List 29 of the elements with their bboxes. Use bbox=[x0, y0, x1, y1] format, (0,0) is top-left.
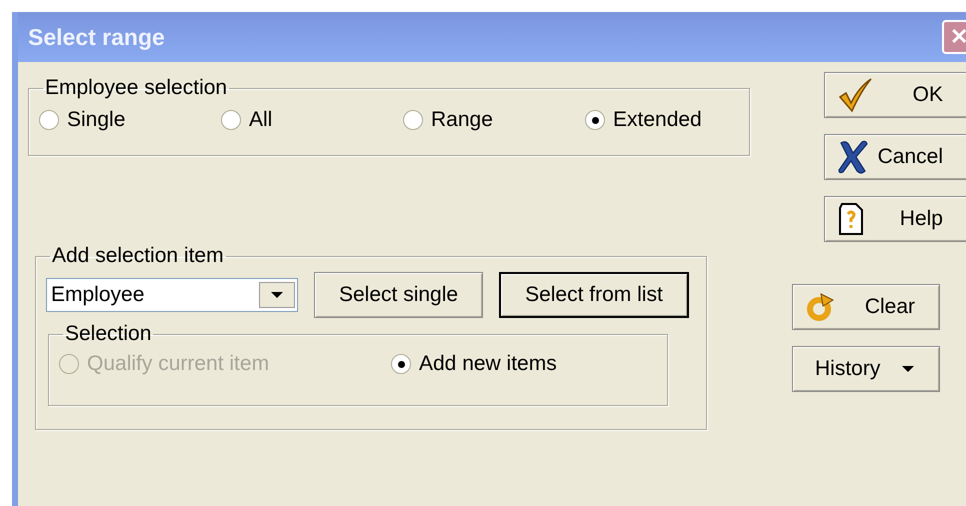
ok-button[interactable]: OK bbox=[824, 72, 966, 118]
employee-dropdown[interactable]: Employee bbox=[46, 278, 298, 312]
radio-label: Single bbox=[67, 108, 126, 132]
radio-label: Range bbox=[431, 108, 493, 132]
clear-button[interactable]: Clear bbox=[792, 284, 940, 330]
group-label: Selection bbox=[64, 322, 152, 346]
refresh-icon bbox=[805, 292, 835, 322]
radio-button[interactable] bbox=[221, 110, 241, 130]
group-label: Employee selection bbox=[44, 76, 228, 100]
x-mark-icon bbox=[837, 139, 869, 175]
radio-button[interactable] bbox=[403, 110, 423, 130]
radio-label: All bbox=[249, 108, 272, 132]
radio-button[interactable] bbox=[585, 110, 605, 130]
radio-label: Qualify current item bbox=[87, 352, 270, 376]
group-label: Add selection item bbox=[51, 244, 225, 268]
cancel-button[interactable]: Cancel bbox=[824, 134, 966, 180]
select-button[interactable]: Select single bbox=[314, 272, 484, 318]
help-page-icon bbox=[837, 202, 865, 236]
caret-icon bbox=[270, 291, 284, 299]
help-button[interactable]: Help bbox=[824, 196, 966, 242]
checkmark-icon bbox=[837, 77, 873, 113]
history-button[interactable]: History bbox=[792, 346, 940, 392]
radio-button[interactable] bbox=[391, 354, 411, 374]
select-button[interactable]: Select from list bbox=[499, 272, 689, 318]
radio-label: Extended bbox=[613, 108, 702, 132]
caret-icon bbox=[901, 365, 915, 373]
radio-label: Add new items bbox=[419, 352, 557, 376]
window-title: Select range bbox=[28, 24, 165, 50]
radio-button[interactable] bbox=[39, 110, 59, 130]
